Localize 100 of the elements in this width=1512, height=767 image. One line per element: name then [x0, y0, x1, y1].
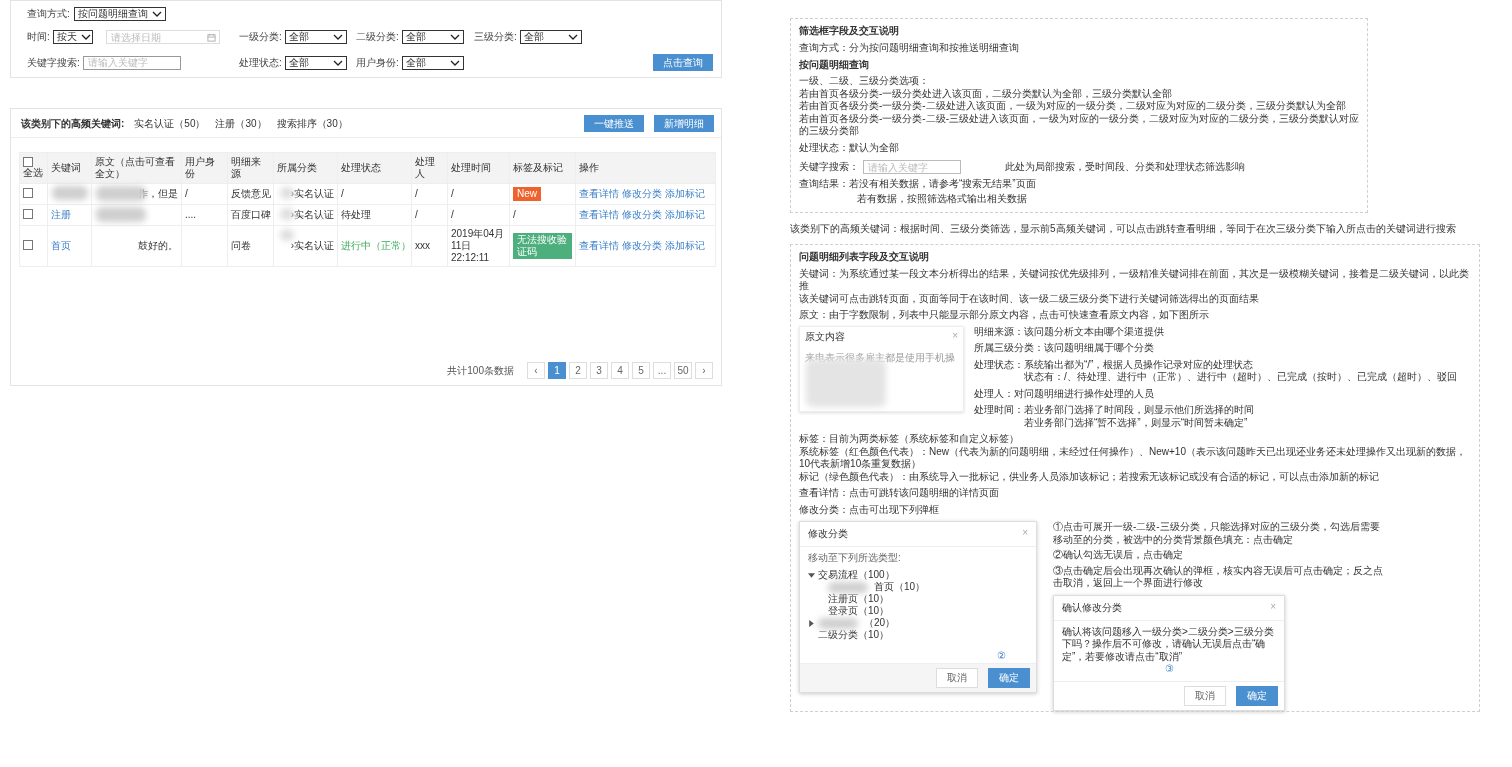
field-label: 一级分类: — [239, 30, 282, 44]
filter-select[interactable]: 全部 — [401, 55, 464, 70]
annotation-text: ②确认勾选无误后，点击确定 — [1053, 549, 1184, 562]
section-title: 该类别下的高频关键词: — [21, 116, 125, 131]
note-text: 系统标签（红色颜色代表）：New（代表为新的问题明细，未经过任何操作）、New+10（表示该问题昨天已出现还业务还未处理操作又出现新的数据，10代表新增10条重复数据） — [799, 445, 1467, 471]
column-header: 处理人 — [411, 152, 448, 184]
note-text: 处理人：对问题明细进行操作处理的人员 — [974, 387, 1155, 400]
page-button[interactable]: 2 — [569, 362, 587, 379]
field-label: 三级分类: — [474, 30, 517, 44]
table-cell: / — [415, 209, 418, 220]
chevron-icon — [332, 34, 343, 40]
column-header: 明细来源 — [227, 152, 274, 184]
tree-item[interactable]: （20） — [864, 617, 896, 629]
note-text: 关键词：为系统通过某一段文本分析得出的结果，关键词按优先级排列，一级精准关键词排在前面，其次是一级模糊关键词，接着是二级关键词，以此类推 — [799, 267, 1470, 293]
chevron-icon — [151, 11, 162, 17]
page-button[interactable]: 5 — [632, 362, 650, 379]
note-text: 查询方式：分为按问题明细查询和按推送明细查询 — [799, 42, 1020, 55]
action-link[interactable]: 查看详情 — [579, 209, 619, 221]
dialog-button[interactable]: 确定 — [988, 668, 1030, 688]
note-text: 处理状态：默认为全部 — [799, 141, 900, 154]
table-cell: 问卷 — [231, 240, 251, 251]
tree-item[interactable]: 注册页（10） — [828, 593, 890, 605]
keyword-link[interactable]: 实名认证（50） — [134, 116, 206, 131]
keyword-link[interactable]: 搜索排序（30） — [276, 116, 348, 131]
field-label: 关键字搜索： — [799, 160, 859, 174]
column-header: 处理状态 — [337, 152, 412, 184]
dialog-button[interactable]: 取消 — [1184, 685, 1226, 706]
checkbox[interactable] — [23, 239, 33, 250]
keyword-input[interactable]: 请输入关键字 — [82, 55, 181, 70]
annotation-text: ①点击可展开一级-二级-三级分类，只能选择对应的三级分类，勾选后需要移动至的分类，被选中的分类背景颜色填充：点击确定 — [1053, 521, 1381, 546]
note-text: 一级、二级、三级分类选项： — [799, 75, 930, 88]
checkbox[interactable] — [23, 208, 33, 219]
action-link[interactable]: 修改分类 — [622, 240, 662, 252]
dialog-title: 修改分类 — [808, 527, 848, 541]
page-button[interactable]: ‹ — [527, 362, 545, 379]
text-excerpt[interactable]: 鼓好的。 — [138, 240, 178, 251]
query-mode-select[interactable]: 按问题明细查询 — [73, 7, 166, 21]
note-text: 此处为局部搜索，受时间段、分类和处理状态筛选影响 — [1005, 160, 1245, 174]
category-select[interactable]: 全部 — [519, 30, 582, 44]
keyword-link[interactable]: 注册（30） — [215, 116, 267, 131]
page-button[interactable]: › — [695, 362, 713, 379]
field-label: 关键字搜索: — [27, 55, 80, 70]
page-button[interactable]: 4 — [611, 362, 629, 379]
search-button[interactable]: 点击查询 — [653, 54, 713, 71]
action-link[interactable]: 添加标记 — [665, 240, 705, 252]
checkbox[interactable] — [23, 187, 33, 198]
action-link[interactable]: 修改分类 — [622, 209, 662, 221]
note-heading: 按问题明细查询 — [799, 58, 870, 71]
page-button[interactable]: ... — [653, 362, 671, 379]
page-button[interactable]: 3 — [590, 362, 608, 379]
column-header: 操作 — [575, 152, 716, 184]
action-link[interactable]: 查看详情 — [579, 188, 619, 200]
action-link[interactable]: 添加标记 — [665, 209, 705, 221]
table-cell: xxx — [415, 240, 430, 251]
tree-item[interactable]: 首页（10） — [874, 581, 926, 593]
table-cell: 反馈意见 — [231, 188, 271, 199]
chevron-icon — [567, 34, 578, 40]
action-link[interactable]: 修改分类 — [622, 188, 662, 200]
dialog-button[interactable]: 确定 — [1236, 685, 1278, 706]
table-cell: / — [451, 209, 454, 220]
status-text: / — [341, 188, 344, 199]
action-link[interactable]: 查看详情 — [579, 240, 619, 252]
note-text: 原文：由于字数限制，列表中只能显示部分原文内容，点击可快速查看原文内容，如下图所示 — [799, 309, 1210, 322]
step-marker: ③ — [1163, 663, 1175, 676]
note-text: 若由首页各级分类-一级分类处进入该页面，二级分类默认为全部，三级分类默认全部 — [799, 87, 1174, 100]
note-text: 标记（绿色颜色代表）：由系统导入一批标记，供业务人员添加该标记；若搜索无该标记或没有合适的标记，可以点击添加新的标记 — [799, 470, 1380, 483]
chevron-icon — [80, 34, 91, 40]
action-link[interactable]: 添加标记 — [665, 188, 705, 200]
status-text: 进行中（正常） — [341, 240, 411, 251]
table-cell: / — [185, 188, 188, 199]
table-cell: ›实名认证 — [290, 240, 334, 251]
column-header: 标签及标记 — [509, 152, 576, 184]
table-cell: / — [513, 209, 516, 220]
category-select[interactable]: 全部 — [284, 30, 347, 44]
page-button[interactable]: 1 — [548, 362, 566, 379]
action-button[interactable]: 新增明细 — [654, 115, 714, 132]
action-button[interactable]: 一键推送 — [584, 115, 644, 132]
popup-title: 原文内容 — [805, 329, 845, 344]
status-text: 待处理 — [341, 209, 371, 220]
time-select[interactable]: 按天 — [52, 30, 93, 44]
tree-item[interactable]: 二级分类（10） — [818, 629, 890, 641]
note-text: 查看详情：点击可跳转该问题明细的详情页面 — [799, 487, 1000, 500]
checkbox[interactable] — [23, 157, 33, 167]
note-text: 标签：目前为两类标签（系统标签和自定义标签） — [799, 433, 1020, 446]
keyword-input[interactable]: 请输入关键字 — [863, 160, 961, 174]
dialog-button[interactable]: 取消 — [936, 668, 978, 688]
keyword-link[interactable]: 首页 — [51, 240, 71, 251]
category-select[interactable]: 全部 — [401, 30, 464, 44]
table-cell: / — [451, 188, 454, 199]
tree-item[interactable]: 登录页（10） — [828, 605, 890, 617]
dialog-title: 确认修改分类 — [1062, 600, 1122, 615]
caret-icon[interactable] — [808, 619, 815, 627]
table-cell: / — [415, 188, 418, 199]
page-button[interactable]: 50 — [674, 362, 692, 379]
chevron-icon — [332, 59, 343, 66]
tree-item[interactable]: 交易流程（100） — [818, 569, 895, 581]
filter-select[interactable]: 全部 — [284, 55, 347, 70]
caret-icon[interactable] — [808, 571, 815, 579]
note-text: 处理状态：系统输出都为“/”，根据人员操作记录对应的处理状态 — [974, 358, 1255, 371]
tag-badge: New — [513, 187, 541, 201]
